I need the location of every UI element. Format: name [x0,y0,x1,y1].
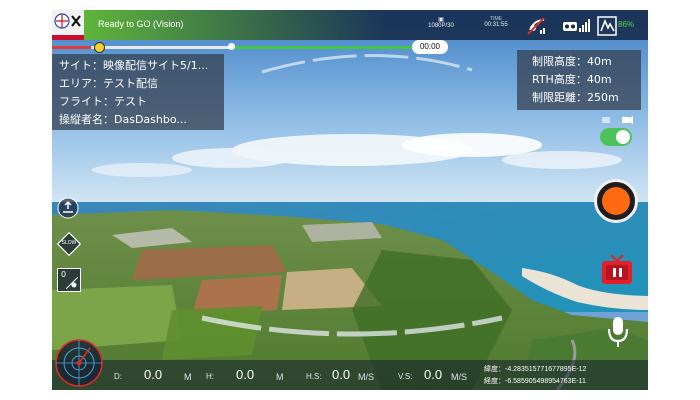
slow-mode-label: SLOW [61,240,77,246]
distance-label: D: [114,372,122,381]
slow-mode-button[interactable]: SLOW [56,231,82,257]
exposure-lock-button[interactable]: 0 [57,268,81,292]
record-button[interactable] [594,179,638,223]
telemetry-bar: D: 0.0 M H: 0.0 M H.S: 0.0 M/S V.S: 0.0 … [52,360,648,390]
horizontal-speed-label: H.S: [306,372,322,381]
playback-buffer-bar [232,46,412,49]
max-distance: 制限距離：250m [532,91,619,104]
battery-icon[interactable] [596,15,618,37]
vertical-speed-value: 0.0 [424,367,443,382]
microphone-icon[interactable] [606,315,630,349]
longitude-readout: 経度：-6.585905498954763E-11 [484,378,586,385]
live-stream-icon[interactable] [600,254,634,286]
progress-marker [228,43,235,50]
height-label: H: [206,372,214,381]
elapsed-time-pill: 00:00 [412,40,448,54]
rth-altitude: RTH高度：40m [532,73,612,86]
radar-map-icon[interactable] [54,338,104,388]
vertical-speed-label: V.S: [398,372,413,381]
video-mode-indicator: ▣ 1080P/30 [424,16,458,29]
globe-logo-icon [54,13,81,29]
playback-progress-fill [52,46,91,49]
gps-satellite-off-icon[interactable] [526,16,548,36]
battery-percent: 86% [618,20,635,29]
photo-video-mode-icons [602,116,633,124]
site-name: サイト：映像配信サイト5/1... [59,59,209,72]
app-logo [52,10,84,40]
operator-name: 操縦者名：DasDashbo... [59,113,187,126]
drone-camera-screen: Ready to GO (Vision) ▣ 1080P/30 TIME 00:… [52,10,648,390]
progress-handle[interactable] [94,42,105,53]
auto-takeoff-icon[interactable] [57,197,79,219]
video-camera-icon: ▣ [438,17,444,23]
horizontal-speed-value: 0.0 [332,367,351,382]
photo-video-toggle[interactable] [600,128,632,146]
distance-value: 0.0 [144,367,163,382]
vertical-speed-unit: M/S [451,372,468,382]
max-altitude: 制限高度：40m [532,55,612,68]
flight-status-text: Ready to GO (Vision) [98,19,184,29]
flight-name: フライト：テスト [59,95,147,108]
flight-time-indicator: TIME 00:31:55 [484,16,508,28]
horizontal-speed-unit: M/S [358,372,375,382]
remote-controller-signal-icon[interactable] [562,17,592,35]
area-name: エリア：テスト配信 [59,77,158,90]
exposure-icon [66,277,78,289]
distance-unit: M [184,372,192,382]
height-value: 0.0 [236,367,255,382]
height-unit: M [276,372,284,382]
flight-info-panel: サイト：映像配信サイト5/1... エリア：テスト配信 フライト：テスト 操縦者… [52,54,224,130]
flight-limits-panel: 制限高度：40m RTH高度：40m 制限距離：250m [517,50,641,110]
latitude-readout: 緯度：-4.283515771677895E-12 [484,366,587,373]
